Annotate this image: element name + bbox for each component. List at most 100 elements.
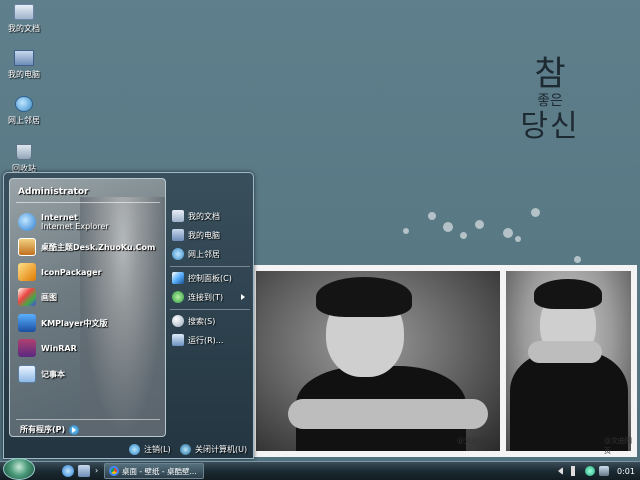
bokeh-dot bbox=[428, 212, 436, 220]
submenu-arrow-icon bbox=[241, 294, 245, 300]
logoff-icon bbox=[129, 443, 140, 455]
calligraphy-line: 당신 bbox=[520, 109, 580, 144]
power-icon bbox=[180, 443, 191, 455]
bokeh-dot bbox=[515, 236, 521, 242]
logoff-label: 注销(L) bbox=[144, 444, 171, 454]
iconpackager-icon bbox=[18, 263, 36, 281]
divider bbox=[16, 202, 160, 203]
chevron-right-icon[interactable]: › bbox=[95, 466, 98, 475]
start-item-winrar[interactable]: WinRAR bbox=[18, 337, 77, 359]
start-right-control-panel[interactable]: 控制面板(C) bbox=[172, 270, 232, 286]
start-item-title: 画图 bbox=[41, 292, 57, 302]
photo-hair bbox=[534, 279, 602, 309]
divider bbox=[170, 266, 250, 267]
calligraphy-line: 좋은 bbox=[537, 93, 563, 109]
start-item-iconpackager[interactable]: IconPackager bbox=[18, 261, 102, 283]
documents-icon bbox=[172, 210, 184, 222]
start-right-my-computer[interactable]: 我的电脑 bbox=[172, 227, 220, 243]
photo-watermark: @文曲网页 bbox=[457, 437, 492, 445]
run-icon bbox=[172, 334, 184, 346]
calligraphy-line: 참 bbox=[534, 54, 566, 94]
start-item-title: KMPlayer中文版 bbox=[41, 318, 108, 328]
all-programs-label: 所有程序(P) bbox=[20, 425, 66, 434]
start-item-paint[interactable]: 画图 bbox=[18, 286, 57, 308]
desktop-icon-my-computer[interactable]: 我的电脑 bbox=[0, 50, 48, 80]
desktop-icon-label: 我的电脑 bbox=[8, 70, 40, 79]
start-right-my-documents[interactable]: 我的文档 bbox=[172, 208, 220, 224]
taskbar-window-button[interactable]: 桌面 - 壁纸 - 桌酷壁... bbox=[104, 463, 204, 479]
kmplayer-icon bbox=[18, 314, 36, 332]
start-item-title: 记事本 bbox=[41, 369, 65, 379]
documents-icon bbox=[14, 4, 34, 20]
divider bbox=[170, 309, 250, 310]
network-icon bbox=[15, 96, 33, 112]
desktop-icon-recycle-bin[interactable]: 回收站 bbox=[0, 144, 48, 174]
start-item-subtitle: Internet Explorer bbox=[41, 222, 109, 231]
desktop-icon-label: 网上邻居 bbox=[8, 116, 40, 125]
winrar-icon bbox=[18, 339, 36, 357]
bokeh-dot bbox=[475, 220, 484, 229]
photo-arm bbox=[288, 399, 488, 429]
photo-watermark: @文曲网页 bbox=[604, 437, 632, 455]
start-item-title: WinRAR bbox=[41, 343, 77, 353]
wallpaper-photo-right bbox=[506, 271, 631, 451]
start-menu: Administrator Internet Internet Explorer… bbox=[3, 172, 254, 459]
start-right-label: 我的电脑 bbox=[188, 230, 220, 240]
bokeh-dot bbox=[460, 232, 467, 239]
connect-icon bbox=[172, 291, 184, 303]
start-right-run[interactable]: 运行(R)... bbox=[172, 332, 223, 348]
start-right-connect-to[interactable]: 连接到(T) bbox=[172, 289, 223, 305]
logoff-button[interactable]: 注销(L) bbox=[129, 442, 171, 456]
tray-app-icon[interactable] bbox=[599, 466, 609, 476]
network-icon bbox=[172, 248, 184, 260]
control-panel-icon bbox=[172, 272, 184, 284]
wallpaper-calligraphy: 참 좋은 당신 bbox=[505, 55, 595, 175]
bokeh-dot bbox=[503, 228, 513, 238]
bokeh-dot bbox=[574, 256, 581, 263]
start-right-label: 运行(R)... bbox=[188, 335, 224, 345]
quicklaunch-ie-icon[interactable] bbox=[62, 465, 74, 477]
start-right-search[interactable]: 搜索(S) bbox=[172, 313, 215, 329]
start-item-zhuoku[interactable]: 桌酷主题Desk.ZhuoKu.Com bbox=[18, 236, 155, 258]
all-programs-button[interactable]: 所有程序(P) bbox=[20, 424, 80, 435]
bokeh-dot bbox=[531, 208, 540, 217]
desktop-icon-network[interactable]: 网上邻居 bbox=[0, 96, 48, 126]
start-item-title: Internet bbox=[41, 213, 78, 222]
desktop-icon-my-documents[interactable]: 我的文档 bbox=[0, 4, 48, 34]
start-right-label: 连接到(T) bbox=[188, 292, 224, 302]
recycle-bin-icon bbox=[16, 144, 32, 160]
start-right-label: 控制面板(C) bbox=[188, 273, 232, 283]
start-item-notepad[interactable]: 记事本 bbox=[18, 363, 65, 385]
taskbar: › 桌面 - 壁纸 - 桌酷壁... 0:01 bbox=[0, 458, 640, 480]
start-item-kmplayer[interactable]: KMPlayer中文版 bbox=[18, 312, 108, 334]
photo-arm bbox=[528, 341, 602, 363]
volume-icon[interactable] bbox=[571, 466, 581, 476]
search-icon bbox=[172, 315, 184, 327]
zhuoku-icon bbox=[18, 238, 36, 256]
arrow-right-icon bbox=[69, 424, 80, 435]
desktop-icon-label: 我的文档 bbox=[8, 24, 40, 33]
taskbar-window-label: 桌面 - 壁纸 - 桌酷壁... bbox=[122, 466, 197, 476]
quicklaunch-show-desktop-icon[interactable] bbox=[78, 465, 90, 477]
bokeh-dot bbox=[403, 228, 409, 234]
start-right-network[interactable]: 网上邻居 bbox=[172, 246, 220, 262]
wallpaper-photo-frame: @文曲网页 @文曲网页 bbox=[252, 265, 637, 457]
photo-hair bbox=[316, 277, 412, 317]
start-button[interactable] bbox=[3, 458, 35, 480]
start-item-title: 桌酷主题Desk.ZhuoKu.Com bbox=[41, 242, 156, 252]
start-item-internet-explorer[interactable]: Internet Internet Explorer bbox=[18, 211, 109, 233]
clock[interactable]: 0:01 bbox=[617, 467, 635, 476]
network-status-icon[interactable] bbox=[585, 466, 595, 476]
shutdown-button[interactable]: 关闭计算机(U) bbox=[180, 442, 247, 456]
start-right-label: 网上邻居 bbox=[188, 249, 220, 259]
chrome-icon bbox=[109, 466, 119, 476]
computer-icon bbox=[14, 50, 34, 66]
shutdown-label: 关闭计算机(U) bbox=[195, 444, 248, 454]
start-right-label: 搜索(S) bbox=[188, 316, 216, 326]
tray-expand-icon[interactable] bbox=[558, 467, 563, 475]
ie-icon bbox=[18, 213, 36, 231]
user-name: Administrator bbox=[18, 187, 89, 197]
wallpaper-photo-left bbox=[256, 271, 500, 451]
paint-icon bbox=[18, 288, 36, 306]
notepad-icon bbox=[18, 365, 36, 383]
